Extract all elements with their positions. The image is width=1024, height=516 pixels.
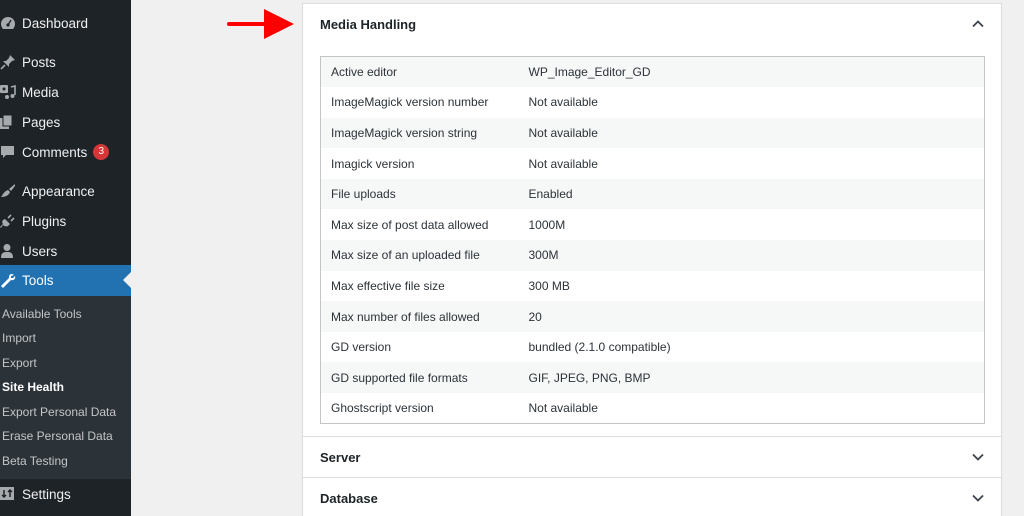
table-row: File uploads Enabled <box>320 178 985 210</box>
table-row: GD version bundled (2.1.0 compatible) <box>320 331 985 363</box>
admin-sidebar: Dashboard Posts Media Pages Comments 3 A… <box>0 0 131 516</box>
row-value: Not available <box>518 393 985 424</box>
dashboard-icon <box>0 13 22 33</box>
wrench-icon <box>0 271 22 291</box>
sidebar-item-dashboard[interactable]: Dashboard <box>0 8 131 38</box>
pin-icon <box>0 52 22 72</box>
section-title: Database <box>320 490 378 506</box>
sidebar-item-media[interactable]: Media <box>0 77 131 107</box>
sidebar-item-tools[interactable]: Tools <box>0 265 131 296</box>
row-value: 300M <box>518 240 985 271</box>
row-value: 300 MB <box>518 270 985 302</box>
tools-submenu: Available Tools Import Export Site Healt… <box>0 296 131 479</box>
submenu-item-available-tools[interactable]: Available Tools <box>2 304 82 324</box>
comment-icon <box>0 142 22 162</box>
table-row: Max size of an uploaded file 300M <box>320 240 985 271</box>
chevron-up-icon <box>972 20 984 28</box>
chevron-down-icon <box>972 453 984 461</box>
section-database-toggle[interactable]: Database <box>303 478 1001 516</box>
row-value: bundled (2.1.0 compatible) <box>518 331 985 363</box>
table-row: ImageMagick version string Not available <box>320 117 985 149</box>
pages-icon <box>0 112 22 132</box>
row-value: GIF, JPEG, PNG, BMP <box>518 362 985 394</box>
annotation-arrow-icon <box>227 9 294 39</box>
media-icon <box>0 82 22 102</box>
sidebar-item-appearance[interactable]: Appearance <box>0 176 131 206</box>
row-value: 1000M <box>518 209 985 241</box>
chevron-down-icon <box>972 494 984 502</box>
row-value: WP_Image_Editor_GD <box>518 56 985 88</box>
table-row: Ghostscript version Not available <box>320 393 985 424</box>
sidebar-item-users[interactable]: Users <box>0 236 131 266</box>
submenu-item-beta-testing[interactable]: Beta Testing <box>2 451 68 471</box>
row-key: GD supported file formats <box>320 362 519 394</box>
settings-icon <box>0 484 22 504</box>
row-key: File uploads <box>320 178 519 210</box>
paintbrush-icon <box>0 181 22 201</box>
table-row: Max number of files allowed 20 <box>320 301 985 332</box>
section-title: Server <box>320 449 361 465</box>
table-row: Max size of post data allowed 1000M <box>320 209 985 241</box>
row-value: 20 <box>518 301 985 332</box>
submenu-item-export-personal-data[interactable]: Export Personal Data <box>2 402 116 422</box>
table-row: ImageMagick version number Not available <box>320 87 985 118</box>
sidebar-item-settings[interactable]: Settings <box>0 479 131 509</box>
row-value: Not available <box>518 87 985 118</box>
table-row: Max effective file size 300 MB <box>320 270 985 302</box>
row-value: Enabled <box>518 178 985 210</box>
sidebar-item-comments[interactable]: Comments 3 <box>0 137 131 167</box>
sidebar-item-plugins[interactable]: Plugins <box>0 206 131 236</box>
submenu-item-erase-personal-data[interactable]: Erase Personal Data <box>2 426 113 446</box>
active-menu-pointer <box>123 272 131 288</box>
row-key: GD version <box>320 331 519 363</box>
section-server-toggle[interactable]: Server <box>303 437 1001 477</box>
user-icon <box>0 241 22 261</box>
sidebar-item-pages[interactable]: Pages <box>0 107 131 137</box>
row-key: Ghostscript version <box>320 393 519 424</box>
site-health-info-panel: Media Handling Active editor WP_Image_Edi… <box>302 3 1002 516</box>
section-title: Media Handling <box>320 16 417 32</box>
table-row: Imagick version Not available <box>320 148 985 179</box>
row-key: Imagick version <box>320 148 519 179</box>
submenu-item-export[interactable]: Export <box>2 353 37 373</box>
row-key: Active editor <box>320 56 519 88</box>
row-value: Not available <box>518 117 985 149</box>
table-row: Active editor WP_Image_Editor_GD <box>320 56 985 88</box>
row-key: ImageMagick version string <box>320 117 519 149</box>
row-value: Not available <box>518 148 985 179</box>
table-row: GD supported file formats GIF, JPEG, PNG,… <box>320 362 985 394</box>
media-handling-table: Active editor WP_Image_Editor_GD ImageMagi… <box>320 56 985 425</box>
comments-count-badge: 3 <box>93 144 110 160</box>
submenu-item-site-health[interactable]: Site Health <box>2 377 64 397</box>
row-key: Max size of an uploaded file <box>320 240 519 271</box>
section-media-handling-toggle[interactable]: Media Handling <box>303 4 1001 44</box>
row-key: ImageMagick version number <box>320 87 519 118</box>
plugin-icon <box>0 211 22 231</box>
row-key: Max size of post data allowed <box>320 209 519 241</box>
row-key: Max number of files allowed <box>320 301 519 332</box>
submenu-item-import[interactable]: Import <box>2 328 36 348</box>
row-key: Max effective file size <box>320 270 519 302</box>
sidebar-item-posts[interactable]: Posts <box>0 47 131 77</box>
